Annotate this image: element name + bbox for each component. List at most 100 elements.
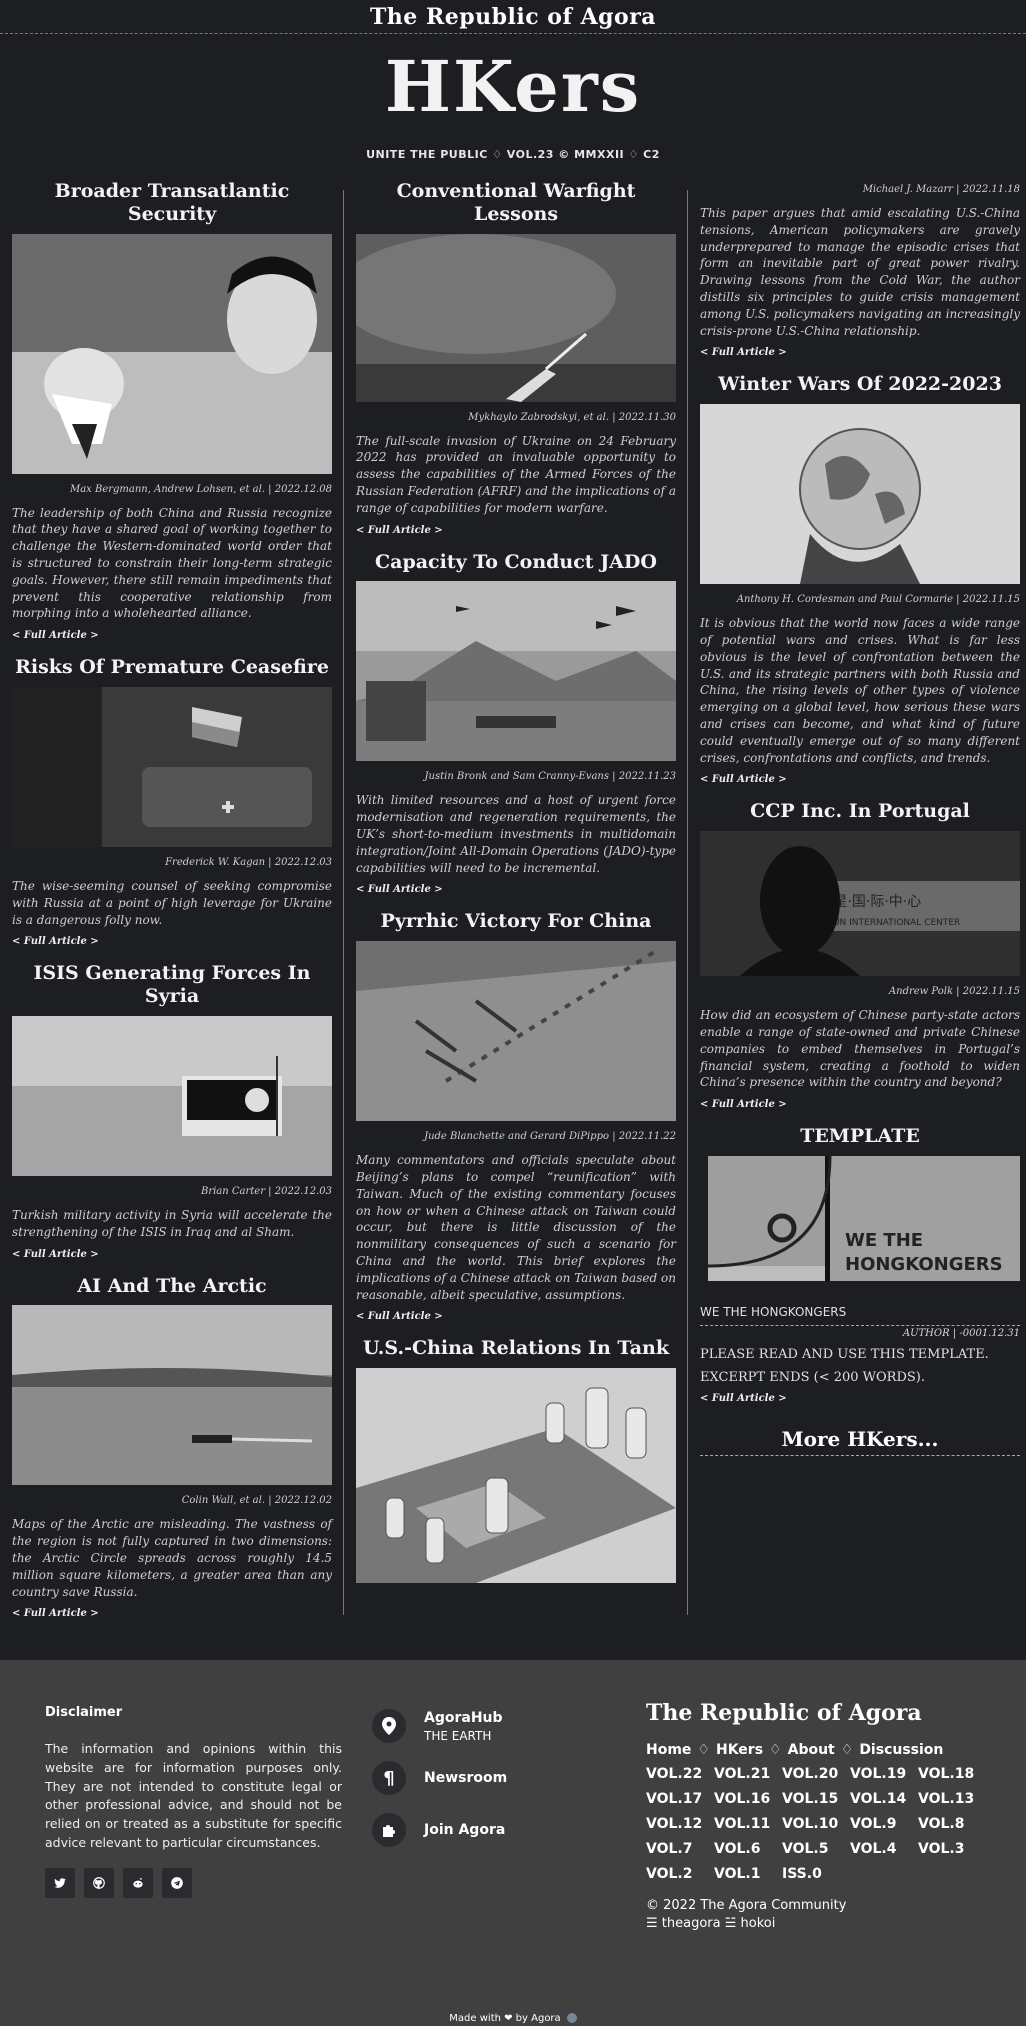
social-links [45, 1868, 192, 1898]
article-card: AI And The Arctic Colin Wall, et al. | 2… [12, 1275, 332, 1621]
full-article-link[interactable]: < Full Article > [356, 884, 443, 895]
banner-line2: HONGKONGERS [845, 1254, 1003, 1275]
article-card: U.S.-China Relations In Tank [356, 1337, 676, 1584]
article-image[interactable] [12, 1015, 332, 1176]
volume-link[interactable]: VOL.20 [782, 1766, 840, 1782]
column-middle: Conventional Warfight Lessons Mykhaylo Z… [356, 180, 676, 1597]
full-article-link[interactable]: < Full Article > [12, 936, 99, 947]
article-image[interactable] [356, 581, 676, 762]
article-title[interactable]: ISIS Generating Forces In Syria [12, 962, 332, 1008]
article-image[interactable]: 复·星·国·际·中·心 FOSUN INTERNATIONAL CENTER [700, 831, 1020, 977]
volume-link[interactable]: VOL.5 [782, 1841, 840, 1857]
article-card: Capacity To Conduct JADO Justin Bronk an… [356, 551, 676, 897]
full-article-link[interactable]: < Full Article > [700, 774, 787, 785]
full-article-link[interactable]: < Full Article > [12, 1608, 99, 1619]
article-image[interactable] [356, 1368, 676, 1584]
reddit-icon[interactable] [123, 1868, 153, 1898]
full-article-link[interactable]: < Full Article > [700, 1099, 787, 1110]
volume-link[interactable]: VOL.21 [714, 1766, 772, 1782]
article-title[interactable]: TEMPLATE [700, 1125, 1020, 1148]
volume-link[interactable]: VOL.14 [850, 1791, 908, 1807]
volume-link[interactable]: VOL.1 [714, 1866, 772, 1882]
article-title[interactable]: AI And The Arctic [12, 1275, 332, 1298]
volume-link[interactable]: VOL.11 [714, 1816, 772, 1832]
article-abstract: Turkish military activity in Syria will … [12, 1207, 332, 1239]
article-abstract: Many commentators and officials speculat… [356, 1153, 676, 1302]
volume-link[interactable]: VOL.13 [918, 1791, 976, 1807]
article-title[interactable]: CCP Inc. In Portugal [700, 800, 1020, 823]
volume-link[interactable]: VOL.17 [646, 1791, 704, 1807]
article-card: ISIS Generating Forces In Syria Brian Ca… [12, 962, 332, 1260]
article-byline: AUTHOR | -0001.12.31 [700, 1324, 1020, 1339]
article-columns: Broader Transatlantic Security Max Bergm… [0, 180, 1026, 1620]
newsroom-link[interactable]: ¶ Newsroom [372, 1761, 622, 1795]
column-divider [687, 190, 688, 1615]
footer-brand[interactable]: The Republic of Agora [646, 1700, 976, 1726]
article-card: Broader Transatlantic Security Max Bergm… [12, 180, 332, 642]
volume-link[interactable]: VOL.8 [918, 1816, 976, 1832]
article-title[interactable]: Conventional Warfight Lessons [356, 180, 676, 226]
volume-link[interactable]: VOL.19 [850, 1766, 908, 1782]
masthead: HKers UNITE THE PUBLIC ♢ VOL.23 © MMXXII… [0, 34, 1026, 162]
article-title[interactable]: Broader Transatlantic Security [12, 180, 332, 226]
full-article-link[interactable]: < Full Article > [12, 630, 99, 641]
volume-link[interactable]: VOL.10 [782, 1816, 840, 1832]
volume-link[interactable]: VOL.15 [782, 1791, 840, 1807]
article-byline: Andrew Polk | 2022.11.15 [888, 986, 1020, 998]
nav-home[interactable]: Home [646, 1742, 691, 1758]
column-left: Broader Transatlantic Security Max Bergm… [12, 180, 332, 1634]
article-image[interactable] [356, 233, 676, 402]
article-card: CCP Inc. In Portugal 复·星·国·际·中·心 FOSUN I… [700, 800, 1020, 1111]
article-byline: Max Bergmann, Andrew Lohsen, et al. | 20… [69, 483, 332, 495]
article-title[interactable]: Pyrrhic Victory For China [356, 910, 676, 933]
twitter-icon[interactable] [45, 1868, 75, 1898]
article-abstract: This paper argues that amid escalating U… [700, 206, 1020, 338]
full-article-link[interactable]: < Full Article > [700, 347, 787, 358]
template-paragraph: PLEASE READ AND USE THIS TEMPLATE. [700, 1346, 989, 1362]
nav-discussion[interactable]: Discussion [859, 1742, 943, 1758]
article-byline: Anthony H. Cordesman and Paul Cormarie |… [736, 594, 1020, 606]
telegram-icon[interactable] [162, 1868, 192, 1898]
nav-about[interactable]: About [788, 1742, 835, 1758]
template-banner[interactable]: WE THE HONGKONGERS [700, 1155, 1020, 1291]
top-bar: The Republic of Agora [0, 0, 1026, 34]
full-article-link[interactable]: < Full Article > [700, 1393, 787, 1404]
article-abstract: The leadership of both China and Russia … [12, 505, 332, 621]
site-logo[interactable]: HKers [0, 52, 1026, 122]
article-image[interactable] [356, 941, 676, 1122]
article-image[interactable] [12, 233, 332, 474]
volume-links: VOL.22 VOL.21 VOL.20 VOL.19 VOL.18 VOL.17 VOL.… [646, 1766, 976, 1882]
full-article-link[interactable]: < Full Article > [12, 1249, 99, 1260]
article-byline: Jude Blanchette and Gerard DiPippo | 202… [424, 1131, 676, 1143]
article-abstract: Maps of the Arctic are misleading. The v… [12, 1517, 332, 1599]
join-agora-link[interactable]: Join Agora [372, 1813, 622, 1847]
full-article-link[interactable]: < Full Article > [356, 1311, 443, 1322]
volume-link[interactable]: VOL.16 [714, 1791, 772, 1807]
agorahub-link[interactable]: AgoraHub THE EARTH [372, 1709, 622, 1743]
volume-link[interactable]: VOL.6 [714, 1841, 772, 1857]
article-image[interactable] [12, 1305, 332, 1486]
nav-hkers[interactable]: HKers [716, 1742, 763, 1758]
volume-link[interactable]: ISS.0 [782, 1866, 840, 1882]
volume-link[interactable]: VOL.9 [850, 1816, 908, 1832]
article-image[interactable] [12, 686, 332, 847]
issue-subtitle: UNITE THE PUBLIC ♢ VOL.23 © MMXXII ♢ C2 [366, 148, 660, 161]
volume-link[interactable]: VOL.18 [918, 1766, 976, 1782]
volume-link[interactable]: VOL.4 [850, 1841, 908, 1857]
github-icon[interactable] [84, 1868, 114, 1898]
volume-link[interactable]: VOL.12 [646, 1816, 704, 1832]
full-article-link[interactable]: < Full Article > [356, 525, 443, 536]
more-hkers-link[interactable]: More HKers... [700, 1427, 1020, 1456]
volume-link[interactable]: VOL.3 [918, 1841, 976, 1857]
site-brand[interactable]: The Republic of Agora [370, 4, 656, 30]
article-title[interactable]: Winter Wars Of 2022-2023 [700, 373, 1020, 396]
article-image[interactable] [700, 404, 1020, 585]
article-byline: Justin Bronk and Sam Cranny-Evans | 2022… [424, 771, 676, 783]
link-label: Newsroom [424, 1770, 508, 1786]
article-title[interactable]: Capacity To Conduct JADO [356, 551, 676, 574]
article-title[interactable]: U.S.-China Relations In Tank [356, 1337, 676, 1360]
article-title[interactable]: Risks Of Premature Ceasefire [12, 656, 332, 679]
volume-link[interactable]: VOL.2 [646, 1866, 704, 1882]
volume-link[interactable]: VOL.22 [646, 1766, 704, 1782]
volume-link[interactable]: VOL.7 [646, 1841, 704, 1857]
